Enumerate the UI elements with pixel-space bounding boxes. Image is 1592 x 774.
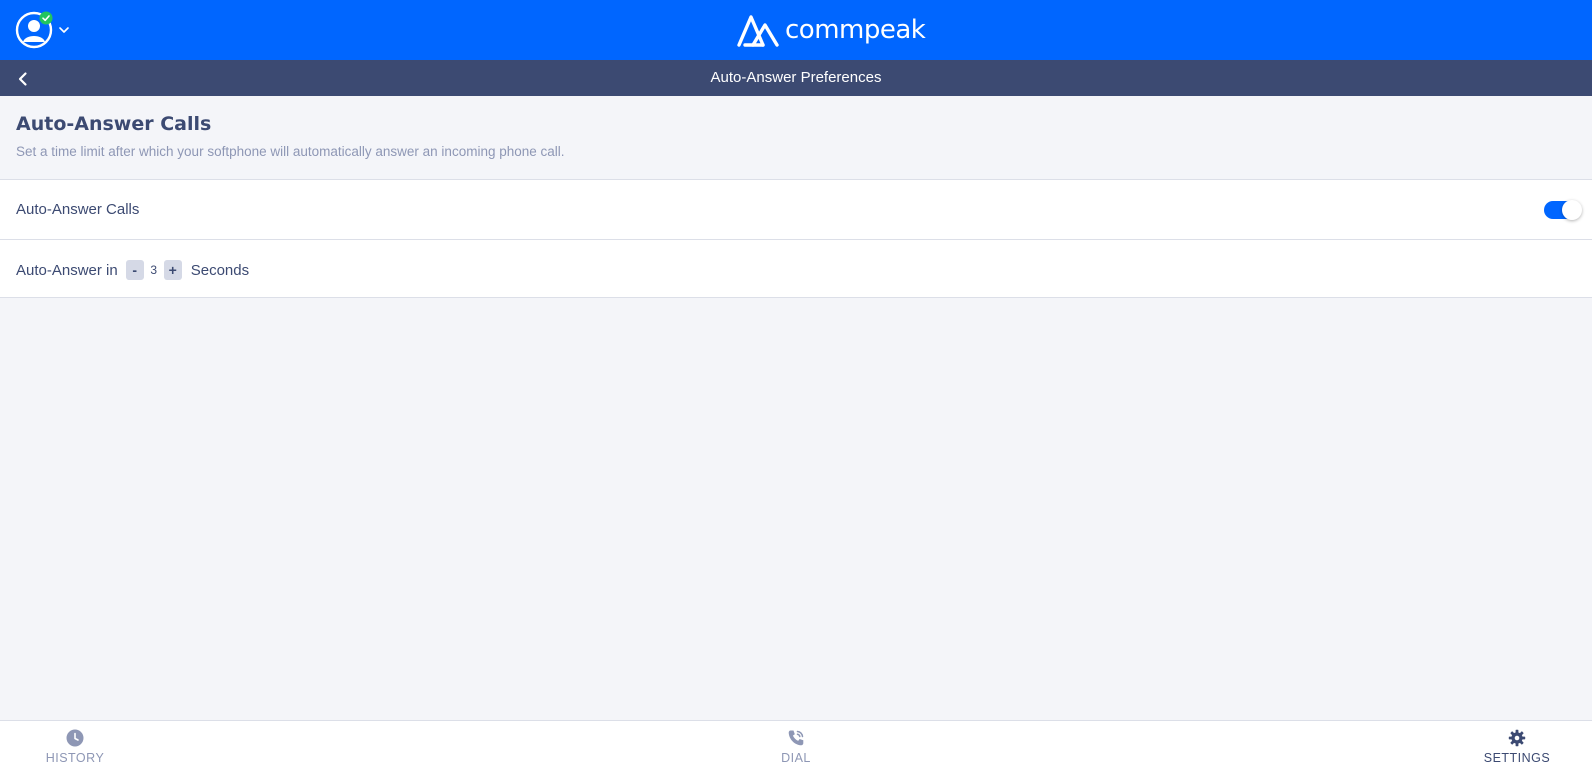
delay-prefix-label: Auto-Answer in	[16, 261, 118, 279]
nav-history[interactable]: HISTORY	[30, 729, 120, 771]
delay-stepper: Auto-Answer in - 3 + Seconds	[16, 259, 249, 281]
bottom-nav: HISTORY DIAL SETTINGS	[0, 720, 1592, 774]
auto-answer-delay-row: Auto-Answer in - 3 + Seconds	[0, 239, 1592, 298]
page-title: Auto-Answer Preferences	[710, 69, 882, 86]
clock-icon	[66, 729, 84, 747]
auto-answer-toggle[interactable]	[1544, 200, 1582, 220]
brand-logo: commpeak	[736, 11, 926, 49]
delay-value: 3	[150, 263, 158, 277]
delay-unit-label: Seconds	[190, 261, 250, 279]
auto-answer-row: Auto-Answer Calls	[0, 179, 1592, 240]
top-header: commpeak	[0, 0, 1592, 60]
increment-button[interactable]: +	[163, 260, 182, 280]
nav-dial-label: DIAL	[781, 751, 811, 765]
auto-answer-label: Auto-Answer Calls	[16, 201, 140, 218]
nav-settings-label: SETTINGS	[1483, 751, 1551, 765]
decrement-button[interactable]: -	[125, 260, 144, 280]
softphone-app: commpeak Auto-Answer Preferences Auto-An…	[0, 0, 1592, 774]
online-check-icon	[39, 11, 53, 25]
phone-icon	[788, 730, 804, 746]
page-header: Auto-Answer Preferences	[0, 60, 1592, 96]
chevron-down-icon	[59, 27, 69, 33]
section-title: Auto-Answer Calls	[16, 113, 212, 135]
brand-name: commpeak	[785, 15, 926, 45]
toggle-knob	[1562, 200, 1582, 220]
nav-history-label: HISTORY	[45, 751, 105, 765]
section-description: Set a time limit after which your softph…	[16, 144, 565, 159]
gear-icon	[1508, 729, 1526, 747]
commpeak-logo-icon	[737, 15, 779, 47]
nav-dial[interactable]: DIAL	[751, 729, 841, 771]
profile-menu-button[interactable]	[15, 11, 75, 49]
back-button[interactable]	[12, 68, 34, 90]
nav-settings[interactable]: SETTINGS	[1472, 729, 1562, 771]
